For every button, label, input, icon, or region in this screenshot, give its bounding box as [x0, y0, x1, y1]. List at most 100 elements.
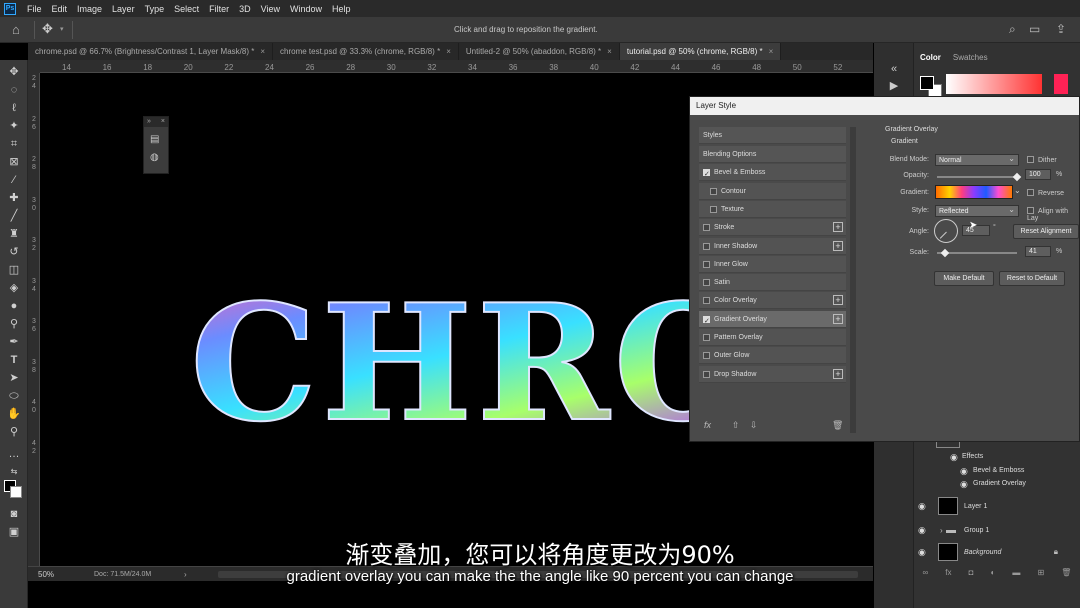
dither-checkbox[interactable]: Dither	[1027, 156, 1057, 164]
eye-icon[interactable]: ◉	[918, 501, 930, 512]
effect-bevel-emboss[interactable]: Bevel & Emboss	[973, 467, 1024, 474]
color-ramp[interactable]	[946, 74, 1042, 94]
style-item-stroke[interactable]: Stroke +	[699, 219, 846, 237]
shape-tool-icon[interactable]: ⬭	[6, 388, 22, 404]
lasso-tool-icon[interactable]: ℓ	[6, 100, 22, 116]
magic-wand-icon[interactable]: ✦	[6, 118, 22, 134]
image-icon[interactable]: ▤	[150, 135, 162, 145]
hand-tool-icon[interactable]: ✋	[6, 406, 22, 422]
menu-select[interactable]: Select	[169, 4, 204, 14]
layer-row-layer-1[interactable]: ◉ Layer 1	[914, 495, 1080, 517]
add-style-icon[interactable]: +	[833, 295, 843, 306]
tab-chrome-test-psd[interactable]: chrome test.psd @ 33.3% (chrome, RGB/8) …	[273, 43, 459, 60]
frame-tool-icon[interactable]: ⊠	[6, 154, 22, 170]
play-icon[interactable]: ▶	[888, 80, 900, 92]
reset-to-default-button[interactable]: Reset to Default	[999, 271, 1065, 286]
paint-bucket-icon[interactable]: ◈	[6, 280, 22, 296]
scale-input[interactable]: 41	[1025, 246, 1051, 257]
style-item-bevel-emboss[interactable]: Bevel & Emboss	[699, 164, 846, 183]
style-item-gradient-overlay[interactable]: Gradient Overlay +	[699, 310, 846, 330]
add-style-icon[interactable]: +	[833, 313, 843, 324]
expand-panels-icon[interactable]: «	[888, 63, 900, 75]
style-checkbox[interactable]	[703, 242, 710, 250]
style-checkbox[interactable]	[710, 187, 717, 195]
styles-scrollbar[interactable]	[850, 127, 856, 433]
close-icon[interactable]: ×	[161, 117, 165, 127]
eraser-tool-icon[interactable]: ◫	[6, 262, 22, 278]
angle-dial[interactable]	[934, 219, 958, 243]
style-checkbox[interactable]	[703, 370, 710, 378]
blend-mode-select[interactable]: Normal	[935, 153, 1019, 166]
close-icon[interactable]: ×	[446, 47, 451, 56]
pen-tool-icon[interactable]: ✒	[6, 334, 22, 350]
eye-icon[interactable]: ◉	[950, 452, 962, 463]
style-checkbox[interactable]	[703, 313, 710, 330]
menu-edit[interactable]: Edit	[47, 4, 73, 14]
tab-swatches[interactable]: Swatches	[947, 51, 994, 64]
eye-icon[interactable]: ◉	[960, 466, 972, 477]
style-checkbox[interactable]	[703, 297, 710, 305]
menu-type[interactable]: Type	[140, 4, 170, 14]
close-icon[interactable]: ×	[607, 47, 612, 56]
gradient-preview[interactable]	[935, 185, 1013, 199]
style-item-blending-options[interactable]: Blending Options	[699, 146, 846, 163]
style-item-texture[interactable]: Texture	[699, 200, 846, 218]
style-item-inner-glow[interactable]: Inner Glow	[699, 255, 846, 273]
more-tools-icon[interactable]: …	[6, 446, 22, 462]
checkbox[interactable]	[1027, 207, 1034, 214]
trash-icon[interactable]: 🗑︎	[832, 420, 843, 431]
menu-file[interactable]: File	[22, 4, 47, 14]
style-checkbox[interactable]	[703, 352, 710, 360]
tab-color[interactable]: Color	[914, 51, 947, 64]
clone-stamp-icon[interactable]: ♜	[6, 226, 22, 242]
style-select[interactable]: Reflected	[935, 204, 1019, 217]
chevron-down-icon[interactable]: ⌄	[1014, 186, 1021, 195]
move-icon[interactable]: ✥	[42, 22, 56, 36]
crop-tool-icon[interactable]: ⌗	[6, 136, 22, 152]
history-brush-icon[interactable]: ↺	[6, 244, 22, 260]
arrow-up-icon[interactable]: ⇧	[732, 420, 740, 431]
photoshop-logo-icon[interactable]: Ps	[4, 2, 16, 15]
dodge-tool-icon[interactable]: ⚲	[6, 316, 22, 332]
chevron-right-icon[interactable]: ›	[940, 526, 943, 535]
style-checkbox[interactable]	[703, 279, 710, 287]
menu-layer[interactable]: Layer	[107, 4, 140, 14]
style-checkbox[interactable]	[703, 260, 710, 268]
marquee-tool-icon[interactable]: ◌	[6, 82, 22, 98]
close-icon[interactable]: ×	[769, 47, 774, 56]
eye-icon[interactable]: ◉	[918, 525, 930, 536]
background-color-swatch[interactable]	[10, 486, 22, 498]
style-item-contour[interactable]: Contour	[699, 182, 846, 200]
collapse-icon[interactable]: »	[147, 117, 151, 127]
menu-help[interactable]: Help	[327, 4, 356, 14]
align-with-layer-checkbox[interactable]: Align with Lay	[1027, 207, 1080, 222]
checkbox[interactable]	[1027, 156, 1034, 163]
swap-colors-icon[interactable]: ⇆	[6, 464, 22, 480]
fx-icon[interactable]: fx	[704, 420, 711, 430]
zoom-tool-icon[interactable]: ⚲	[6, 424, 22, 440]
chevron-down-icon[interactable]: ▾	[60, 25, 64, 33]
style-item-satin[interactable]: Satin	[699, 274, 846, 292]
hue-swatch[interactable]	[1054, 74, 1068, 94]
tab-tutorial-psd[interactable]: tutorial.psd @ 50% (chrome, RGB/8) * ×	[619, 43, 782, 60]
panel-foreground-swatch[interactable]	[920, 76, 934, 90]
share-icon[interactable]: ⇪	[1056, 23, 1069, 36]
menu-window[interactable]: Window	[285, 4, 327, 14]
blur-tool-icon[interactable]: ●	[6, 298, 22, 314]
add-style-icon[interactable]: +	[833, 368, 843, 379]
close-icon[interactable]: ×	[260, 47, 265, 56]
style-item-pattern-overlay[interactable]: Pattern Overlay	[699, 329, 846, 346]
checkbox[interactable]	[1027, 189, 1034, 196]
make-default-button[interactable]: Make Default	[934, 271, 994, 286]
adjustments-icon[interactable]: ◍	[150, 153, 162, 163]
style-item-styles[interactable]: Styles	[699, 127, 846, 144]
style-checkbox[interactable]	[710, 205, 717, 213]
style-checkbox[interactable]	[703, 166, 710, 183]
style-item-drop-shadow[interactable]: Drop Shadow +	[699, 365, 846, 383]
scale-slider-thumb[interactable]	[940, 248, 950, 258]
search-icon[interactable]: ⌕	[1009, 23, 1022, 36]
arrow-down-icon[interactable]: ⇩	[750, 420, 758, 431]
add-style-icon[interactable]: +	[833, 222, 843, 233]
menu-image[interactable]: Image	[72, 4, 107, 14]
eyedropper-icon[interactable]: ⁄	[6, 172, 22, 188]
